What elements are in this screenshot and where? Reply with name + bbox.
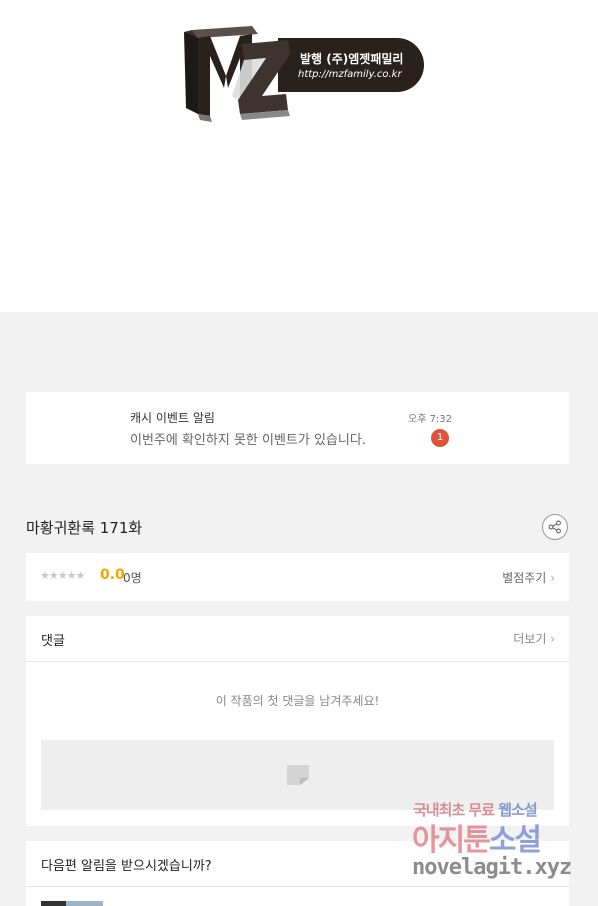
comments-section: 댓글 더보기 › 이 작품의 첫 댓글을 남겨주세요!: [26, 616, 569, 826]
episode-title: 마황귀환록 171화: [26, 519, 143, 537]
watermark-brand-main: 아지툰: [412, 823, 491, 858]
rate-button-label: 별점주기: [502, 571, 547, 585]
site-watermark: 국내최초 무료 웹소설 아지툰소설 novelagit.xyz: [410, 797, 580, 889]
top-banner-area: 발행 (주)엠젯패밀리 http://mzfamily.co.kr: [0, 0, 598, 312]
notification-time: 오후 7:32: [408, 414, 453, 425]
notification-title: 캐시 이벤트 알림: [130, 411, 215, 425]
rate-button[interactable]: 별점주기 ›: [502, 569, 555, 586]
share-icon: [548, 520, 561, 534]
share-button[interactable]: [542, 514, 568, 540]
comments-header: 댓글 더보기 ›: [26, 616, 569, 662]
rating-count: 0명: [123, 571, 142, 585]
publisher-badge: 발행 (주)엠젯패밀리 http://mzfamily.co.kr: [278, 38, 424, 92]
cash-event-notification[interactable]: 캐시 이벤트 알림 이번주에 확인하지 못한 이벤트가 있습니다. 오후 7:3…: [26, 392, 569, 464]
empty-comments-message: 이 작품의 첫 댓글을 남겨주세요!: [215, 694, 380, 708]
next-episode-prompt: 다음편 알림을 받으시겠습니까?: [41, 859, 212, 874]
comments-more-link[interactable]: 더보기 ›: [513, 630, 555, 647]
watermark-url: novelagit.xyz: [412, 855, 572, 880]
rating-score: 0.0: [100, 567, 125, 583]
comments-more-label: 더보기: [513, 632, 547, 646]
notification-body: 이번주에 확인하지 못한 이벤트가 있습니다.: [130, 433, 366, 448]
chevron-right-icon: ›: [550, 571, 555, 585]
mz-logo-mark: [184, 26, 290, 122]
chevron-right-icon: ›: [550, 632, 555, 646]
publisher-url: http://mzfamily.co.kr: [298, 69, 402, 80]
rating-bar: ★★★★★ 0.0 0명 별점주기 ›: [26, 553, 569, 601]
next-episode-thumbnail[interactable]: [41, 901, 103, 906]
comments-title: 댓글: [41, 634, 65, 649]
watermark-brand-accent: 소설: [488, 823, 542, 858]
watermark-brand: 아지툰소설: [412, 815, 542, 859]
mz-publisher-logo: 발행 (주)엠젯패밀리 http://mzfamily.co.kr: [182, 24, 424, 122]
rating-stars: ★★★★★: [40, 569, 85, 582]
notification-count-badge: 1: [431, 429, 449, 447]
comment-write-icon: [287, 765, 309, 785]
publisher-name: 발행 (주)엠젯패밀리: [300, 52, 404, 66]
